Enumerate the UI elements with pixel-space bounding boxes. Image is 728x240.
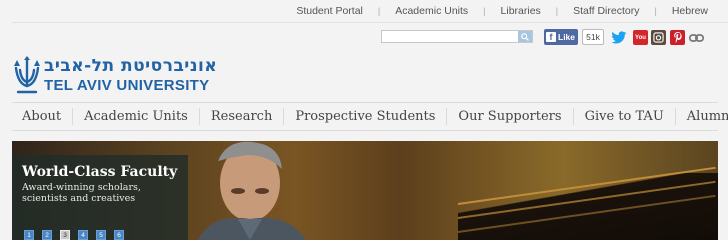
- main-nav: About Academic Units Research Prospectiv…: [12, 103, 728, 130]
- nav-item-alumni[interactable]: Alumni: [676, 108, 728, 125]
- menorah-emblem-icon: [14, 56, 40, 94]
- slide-dot-4[interactable]: 4: [78, 230, 88, 240]
- nav-item-about[interactable]: About: [12, 108, 74, 125]
- nav-item-research[interactable]: Research: [200, 108, 285, 125]
- pinterest-icon[interactable]: [670, 30, 685, 45]
- slide-pager: 1 2 3 4 5 6: [24, 230, 124, 240]
- nav-item-give-to-tau[interactable]: Give to TAU: [574, 108, 676, 125]
- search-input[interactable]: [382, 31, 518, 42]
- utility-separator: |: [483, 6, 486, 16]
- divider: [12, 22, 728, 23]
- utility-separator: |: [555, 6, 559, 16]
- nav-item-academic-units[interactable]: Academic Units: [73, 108, 200, 125]
- facebook-like-count: 51k: [582, 29, 604, 45]
- nav-item-our-supporters[interactable]: Our Supporters: [447, 108, 574, 125]
- hero-caption: World-Class Faculty Award-winning schola…: [12, 155, 188, 240]
- utility-link-staff-directory[interactable]: Staff Directory: [573, 5, 639, 17]
- search-button[interactable]: [518, 31, 532, 42]
- facebook-like-label: Like: [558, 32, 576, 42]
- utility-link-academic-units[interactable]: Academic Units: [395, 5, 468, 17]
- utility-nav: Student Portal | Academic Units | Librar…: [0, 0, 728, 22]
- utility-link-libraries[interactable]: Libraries: [501, 5, 541, 17]
- youtube-icon[interactable]: You: [633, 30, 648, 45]
- utility-separator: |: [377, 6, 381, 16]
- logo-hebrew-text: אוניברסיטת תל-אביב: [44, 56, 218, 76]
- instagram-icon[interactable]: [651, 30, 666, 45]
- hero-subtitle: Award-winning scholars, scientists and c…: [22, 182, 141, 204]
- utility-link-student-portal[interactable]: Student Portal: [296, 5, 363, 17]
- utility-separator: |: [654, 6, 657, 16]
- logo-english-text: TEL AVIV UNIVERSITY: [44, 77, 210, 94]
- facebook-icon: f: [546, 32, 556, 42]
- piano-photo: [457, 166, 718, 240]
- divider: [12, 130, 718, 131]
- university-logo[interactable]: אוניברסיטת תל-אביב TEL AVIV UNIVERSITY: [12, 56, 217, 96]
- link-icon[interactable]: [689, 30, 704, 45]
- twitter-icon[interactable]: [612, 30, 627, 45]
- slide-dot-3[interactable]: 3: [60, 230, 70, 240]
- hero-title[interactable]: World-Class Faculty: [22, 164, 178, 180]
- nav-item-prospective-students[interactable]: Prospective Students: [284, 108, 448, 125]
- slide-dot-5[interactable]: 5: [96, 230, 106, 240]
- slide-dot-2[interactable]: 2: [42, 230, 52, 240]
- search-icon: [521, 32, 529, 41]
- facebook-like-button[interactable]: f Like: [544, 29, 578, 45]
- search-box: [381, 30, 533, 43]
- utility-link-hebrew[interactable]: Hebrew: [672, 5, 708, 17]
- slide-dot-1[interactable]: 1: [24, 230, 34, 240]
- pianist-photo: [198, 141, 306, 240]
- slide-dot-6[interactable]: 6: [114, 230, 124, 240]
